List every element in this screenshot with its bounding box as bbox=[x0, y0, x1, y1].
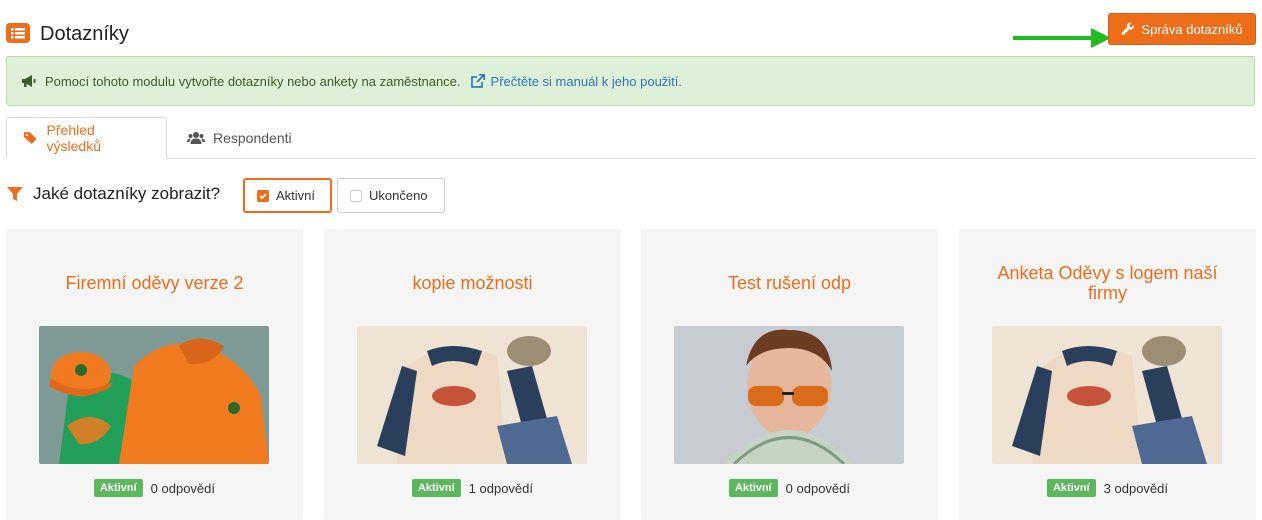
card-title[interactable]: Test rušení odp bbox=[661, 257, 918, 309]
green-arrow-icon bbox=[1013, 28, 1111, 48]
filter-active-checkbox[interactable]: Aktivní bbox=[243, 178, 332, 213]
response-count: 3 odpovědí bbox=[1103, 480, 1169, 496]
filter-option-label: Ukončeno bbox=[369, 188, 428, 203]
tab-label: Přehled výsledků bbox=[46, 122, 101, 154]
bullhorn-icon bbox=[22, 75, 36, 87]
response-count: 0 odpovědí bbox=[785, 480, 851, 496]
tab-results-overview[interactable]: Přehled výsledků bbox=[6, 117, 167, 159]
questionnaire-cards: Firemní oděvy verze 2 Aktivní 0 odpovědí… bbox=[6, 229, 1256, 520]
status-badge: Aktivní bbox=[411, 479, 461, 497]
page-header: Dotazníky Správa dotazníků bbox=[6, 12, 1256, 48]
wrench-icon bbox=[1122, 22, 1135, 35]
card-footer: Aktivní 0 odpovědí bbox=[641, 479, 938, 497]
filter-ended-checkbox[interactable]: Ukončeno bbox=[337, 178, 445, 213]
alert-text: Pomocí tohoto modulu vytvořte dotazníky … bbox=[45, 73, 461, 89]
response-count: 0 odpovědí bbox=[150, 480, 216, 496]
status-badge: Aktivní bbox=[93, 479, 143, 497]
response-count: 1 odpovědí bbox=[468, 480, 534, 496]
info-alert: Pomocí tohoto modulu vytvořte dotazníky … bbox=[6, 56, 1255, 106]
raglan-shirt-jeans-photo bbox=[357, 326, 587, 464]
card-title[interactable]: Anketa Oděvy s logem naší firmy bbox=[979, 257, 1236, 309]
questionnaire-card[interactable]: Firemní oděvy verze 2 Aktivní 0 odpovědí bbox=[6, 229, 303, 520]
external-link-icon bbox=[470, 74, 485, 88]
tab-label: Respondenti bbox=[213, 130, 292, 146]
card-title[interactable]: Firemní oděvy verze 2 bbox=[26, 257, 283, 309]
card-footer: Aktivní 3 odpovědí bbox=[959, 479, 1256, 497]
manual-link[interactable]: Přečtěte si manuál k jeho použití. bbox=[470, 73, 683, 89]
man-sunglasses-money-photo bbox=[674, 326, 904, 464]
tab-respondents[interactable]: Respondenti bbox=[171, 117, 308, 159]
filter-option-label: Aktivní bbox=[276, 188, 316, 203]
card-title[interactable]: kopie možnosti bbox=[344, 257, 601, 309]
checkbox-unchecked-icon bbox=[350, 189, 362, 202]
filter-row: Jaké dotazníky zobrazit? Aktivní Ukončen… bbox=[6, 176, 606, 214]
filter-label: Jaké dotazníky zobrazit? bbox=[33, 184, 221, 203]
checkbox-checked-icon bbox=[257, 189, 269, 202]
manage-button-label: Správa dotazníků bbox=[1141, 21, 1243, 37]
status-badge: Aktivní bbox=[728, 479, 778, 497]
manual-link-label: Přečtěte si manuál k jeho použití. bbox=[490, 73, 683, 89]
questionnaire-card[interactable]: Test rušení odp Aktivní 0 odpovědí bbox=[641, 229, 938, 520]
status-badge: Aktivní bbox=[1046, 479, 1096, 497]
filter-icon bbox=[7, 187, 23, 201]
questionnaire-card[interactable]: kopie možnosti Aktivní 1 odpovědí bbox=[324, 229, 621, 520]
orange-hoodie-cap-photo bbox=[39, 326, 269, 464]
questionnaire-card[interactable]: Anketa Oděvy s logem naší firmy Aktivní … bbox=[959, 229, 1256, 520]
list-icon bbox=[6, 23, 30, 43]
page-title: Dotazníky bbox=[40, 23, 129, 45]
tags-icon bbox=[23, 132, 37, 144]
raglan-shirt-jeans-photo bbox=[992, 326, 1222, 464]
tab-bar: Přehled výsledků Respondenti bbox=[6, 117, 1255, 159]
users-icon bbox=[187, 132, 205, 144]
card-footer: Aktivní 0 odpovědí bbox=[6, 479, 303, 497]
manage-questionnaires-button[interactable]: Správa dotazníků bbox=[1108, 13, 1256, 45]
card-footer: Aktivní 1 odpovědí bbox=[324, 479, 621, 497]
